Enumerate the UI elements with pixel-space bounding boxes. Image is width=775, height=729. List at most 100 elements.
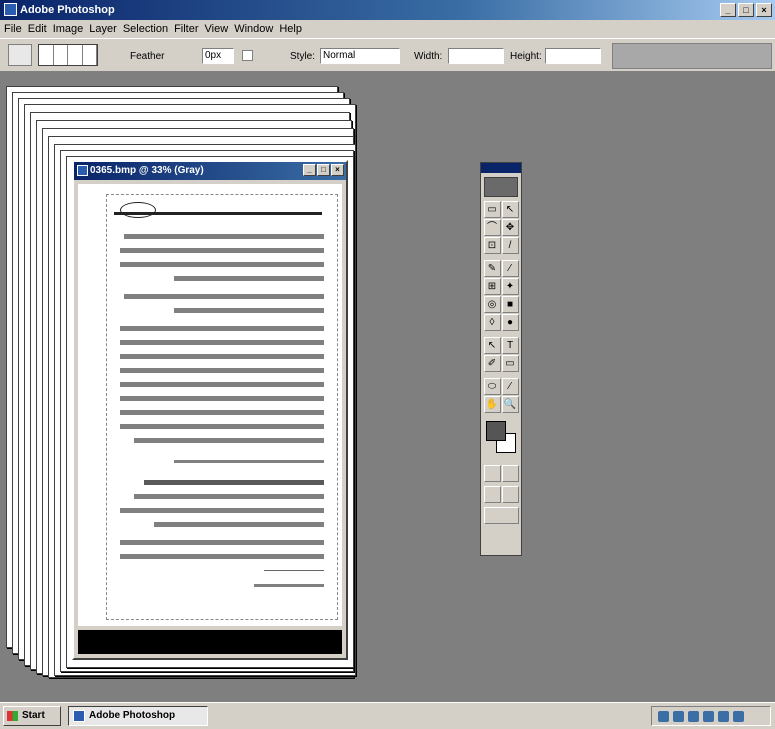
- menu-selection[interactable]: Selection: [123, 20, 168, 38]
- tool-row: ✐ ▭: [481, 355, 521, 372]
- text-line: [120, 340, 324, 345]
- zoom-tool-icon[interactable]: 🔍: [501, 396, 519, 413]
- standard-screen-mode-icon[interactable]: [483, 486, 501, 503]
- document-canvas[interactable]: [78, 184, 342, 626]
- text-line: [174, 276, 324, 281]
- clone-stamp-tool-icon[interactable]: ⊞: [483, 278, 501, 295]
- menu-window[interactable]: Window: [234, 20, 273, 38]
- tool-row: ⌒ ✥: [481, 219, 521, 236]
- lasso-tool-icon[interactable]: ⌒: [483, 219, 501, 236]
- minimize-icon[interactable]: _: [720, 3, 736, 17]
- blur-tool-icon[interactable]: ◊: [483, 314, 501, 331]
- eyedropper-tool-icon[interactable]: ⁄: [501, 378, 519, 395]
- feather-input[interactable]: 0px: [202, 48, 234, 64]
- dodge-tool-icon[interactable]: ●: [501, 314, 519, 331]
- taskbar-item-photoshop[interactable]: Adobe Photoshop: [68, 706, 208, 726]
- tool-row: ◎ ■: [481, 296, 521, 313]
- intersect-selection-icon[interactable]: [83, 45, 97, 65]
- menu-file[interactable]: File: [4, 20, 22, 38]
- app-title: Adobe Photoshop: [20, 4, 115, 16]
- move-tool-icon[interactable]: ↖: [501, 201, 519, 218]
- brush-tool-icon[interactable]: ⁄: [501, 260, 519, 277]
- windows-logo-icon: [7, 711, 18, 721]
- style-label: Style:: [290, 51, 316, 62]
- full-screen-mode-icon[interactable]: [501, 486, 519, 503]
- text-line: [120, 424, 324, 429]
- marquee-tool-icon[interactable]: ▭: [483, 201, 501, 218]
- width-input[interactable]: [448, 48, 504, 64]
- adobe-online-icon[interactable]: [484, 177, 518, 197]
- text-line: [120, 382, 324, 387]
- heading-line: [144, 480, 324, 485]
- toolbox-palette[interactable]: ▭ ↖ ⌒ ✥ ⊡ / ✎ ⁄ ⊞ ✦ ◎ ■ ◊ ● ↖ T ✐ ▭ ⬭ ⁄ …: [480, 162, 522, 556]
- eraser-tool-icon[interactable]: ◎: [483, 296, 501, 313]
- tool-row: [481, 465, 521, 482]
- taskbar-item-label: Adobe Photoshop: [89, 710, 176, 721]
- crop-tool-icon[interactable]: ⊡: [483, 237, 501, 254]
- app-title-bar[interactable]: Adobe Photoshop _ □ ×: [0, 0, 775, 20]
- document-status-area: [78, 630, 342, 654]
- tray-icon[interactable]: [703, 710, 714, 722]
- header-rule: [114, 212, 322, 215]
- magic-wand-tool-icon[interactable]: ✥: [501, 219, 519, 236]
- tray-icon[interactable]: [673, 710, 684, 722]
- slice-tool-icon[interactable]: /: [501, 237, 519, 254]
- text-line: [120, 248, 324, 253]
- subtract-selection-icon[interactable]: [68, 45, 83, 65]
- pen-tool-icon[interactable]: ✐: [483, 355, 501, 372]
- foreground-color-swatch[interactable]: [486, 421, 506, 441]
- text-line: [134, 438, 324, 443]
- close-icon[interactable]: ×: [331, 164, 344, 176]
- tool-row: ⊞ ✦: [481, 278, 521, 295]
- healing-brush-tool-icon[interactable]: ✎: [483, 260, 501, 277]
- width-label: Width:: [414, 51, 443, 62]
- toolbox-title-bar[interactable]: [481, 163, 521, 173]
- minimize-icon[interactable]: _: [303, 164, 316, 176]
- height-input[interactable]: [545, 48, 601, 64]
- options-bar: Feather 0px Style: Normal Width: Height:: [0, 38, 775, 72]
- footnote-rule: [264, 570, 324, 571]
- document-title-bar[interactable]: 0365.bmp @ 33% (Gray) _ □ ×: [74, 162, 346, 180]
- style-select[interactable]: Normal: [320, 48, 400, 64]
- tray-icon[interactable]: [733, 710, 744, 722]
- standard-mode-icon[interactable]: [483, 465, 501, 482]
- new-selection-icon[interactable]: [39, 45, 54, 65]
- maximize-icon[interactable]: □: [738, 3, 754, 17]
- menu-image[interactable]: Image: [53, 20, 84, 38]
- tool-preset-picker[interactable]: [8, 44, 32, 66]
- tray-icon[interactable]: [718, 710, 729, 722]
- path-selection-tool-icon[interactable]: ↖: [483, 337, 501, 354]
- tray-icon[interactable]: [658, 710, 669, 722]
- tray-icon[interactable]: [688, 710, 699, 722]
- text-line: [120, 368, 324, 373]
- document-window[interactable]: 0365.bmp @ 33% (Gray) _ □ ×: [72, 160, 348, 660]
- menu-help[interactable]: Help: [279, 20, 302, 38]
- selection-mode-buttons[interactable]: [38, 44, 98, 66]
- notes-tool-icon[interactable]: ⬭: [483, 378, 501, 395]
- shape-tool-icon[interactable]: ▭: [501, 355, 519, 372]
- tool-row: ⊡ /: [481, 237, 521, 254]
- quick-mask-mode-icon[interactable]: [501, 465, 519, 482]
- close-icon[interactable]: ×: [756, 3, 772, 17]
- palette-well[interactable]: [612, 43, 772, 69]
- tool-row: [481, 486, 521, 503]
- menu-view[interactable]: View: [205, 20, 229, 38]
- antialias-checkbox[interactable]: [242, 50, 253, 61]
- history-brush-tool-icon[interactable]: ✦: [501, 278, 519, 295]
- gradient-tool-icon[interactable]: ■: [501, 296, 519, 313]
- maximize-icon[interactable]: □: [317, 164, 330, 176]
- start-button[interactable]: Start: [3, 706, 61, 726]
- text-line: [120, 396, 324, 401]
- type-tool-icon[interactable]: T: [501, 337, 519, 354]
- hand-tool-icon[interactable]: ✋: [483, 396, 501, 413]
- jump-to-imageready-icon[interactable]: [483, 507, 519, 524]
- window-controls: _ □ ×: [720, 3, 772, 17]
- taskbar: Start Adobe Photoshop: [0, 702, 775, 729]
- text-line: [120, 354, 324, 359]
- menu-filter[interactable]: Filter: [174, 20, 198, 38]
- menu-layer[interactable]: Layer: [89, 20, 117, 38]
- add-selection-icon[interactable]: [54, 45, 68, 65]
- text-line: [120, 326, 324, 331]
- text-line: [154, 522, 324, 527]
- menu-edit[interactable]: Edit: [28, 20, 47, 38]
